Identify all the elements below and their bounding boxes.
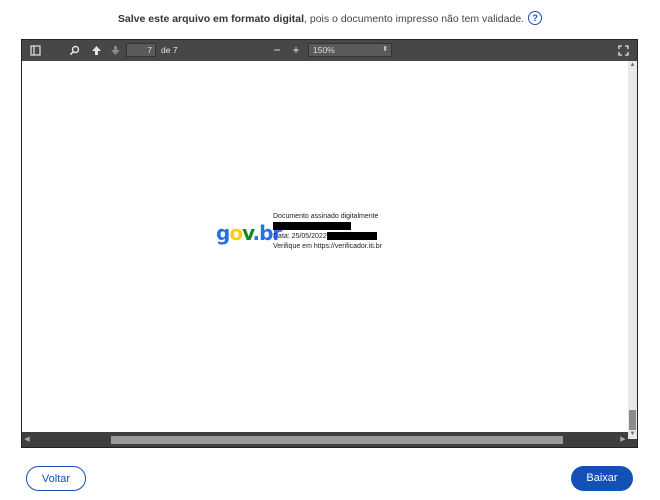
redacted-time (326, 232, 377, 241)
sidebar-toggle-button[interactable] (27, 40, 43, 61)
vertical-scrollbar[interactable]: ▲ ▼ (628, 61, 637, 439)
help-icon[interactable]: ? (528, 11, 543, 26)
previous-page-button[interactable] (88, 40, 104, 61)
signature-text: Documento assinado digitalmente Data: 25… (273, 212, 382, 252)
zoom-value: 150% (313, 45, 335, 55)
zoom-in-button[interactable]: + (289, 40, 303, 61)
scroll-right-icon[interactable]: ▶ (618, 432, 628, 447)
document-page: gov.br Documento assinado digitalmente D… (22, 61, 628, 432)
chevron-updown-icon: ⬍ (382, 46, 388, 53)
notice-bold-text: Salve este arquivo em formato digital (117, 13, 305, 25)
scroll-down-icon[interactable]: ▼ (628, 430, 637, 439)
scrollbar-corner (628, 439, 637, 447)
signature-date: Data: 25/05/2022 (273, 233, 327, 240)
minus-icon: − (273, 43, 281, 57)
pdf-toolbar: 7 de 7 − + 150% ⬍ (22, 40, 637, 62)
save-notice: Salve este arquivo em formato digital, p… (0, 10, 660, 28)
signature-title: Documento assinado digitalmente (273, 213, 379, 220)
arrow-down-icon (110, 46, 120, 55)
vertical-scroll-thumb[interactable] (629, 410, 636, 430)
fullscreen-icon (617, 45, 629, 56)
zoom-out-button[interactable]: − (270, 40, 284, 61)
scroll-left-icon[interactable]: ◀ (22, 432, 32, 447)
horizontal-scrollbar[interactable]: ◀ ▶ (22, 432, 628, 447)
notice-rest-text: , pois o documento impresso não tem vali… (304, 13, 525, 25)
redacted-name (273, 222, 351, 231)
page-number-input[interactable]: 7 (126, 43, 156, 57)
fullscreen-button[interactable] (615, 40, 631, 61)
horizontal-scroll-thumb[interactable] (111, 436, 563, 444)
download-button[interactable]: Baixar (571, 466, 633, 491)
arrow-up-icon (91, 46, 101, 55)
next-page-button[interactable] (107, 40, 123, 61)
digital-signature-stamp: gov.br Documento assinado digitalmente D… (216, 212, 436, 262)
govbr-logo: gov.br (216, 221, 282, 245)
verification-url: Verifique em https://verificador.iti.br (273, 243, 382, 250)
scroll-up-icon[interactable]: ▲ (628, 61, 637, 70)
zoom-select[interactable]: 150% ⬍ (308, 43, 392, 57)
page-count-label: de 7 (161, 45, 178, 55)
back-button[interactable]: Voltar (26, 466, 86, 491)
search-icon (69, 45, 79, 56)
plus-icon: + (292, 43, 300, 57)
sidebar-icon (29, 45, 41, 56)
pdf-viewer: 7 de 7 − + 150% ⬍ gov.br Documento assin… (21, 39, 638, 448)
find-button[interactable] (66, 40, 82, 61)
